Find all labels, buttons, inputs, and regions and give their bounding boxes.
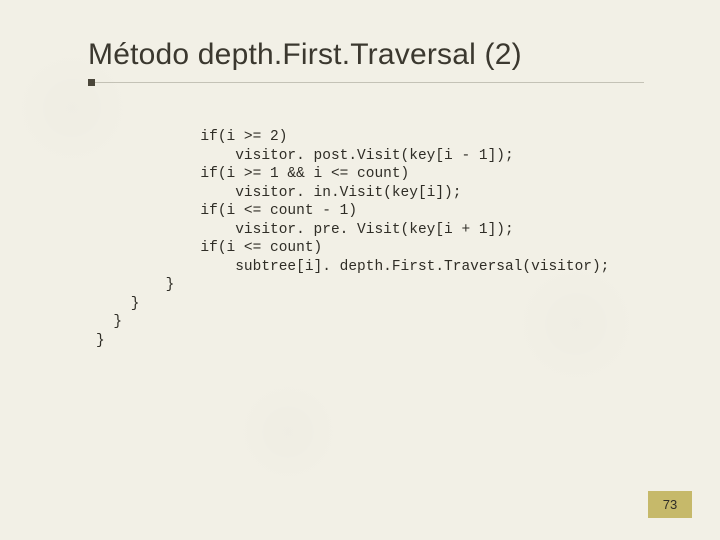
slide: Método depth.First.Traversal (2) if(i >=… (0, 0, 720, 540)
code-block: if(i >= 2) visitor. post.Visit(key[i - 1… (96, 128, 609, 351)
title-underline (88, 82, 644, 83)
slide-title: Método depth.First.Traversal (2) (88, 38, 522, 72)
page-number: 73 (648, 491, 692, 518)
